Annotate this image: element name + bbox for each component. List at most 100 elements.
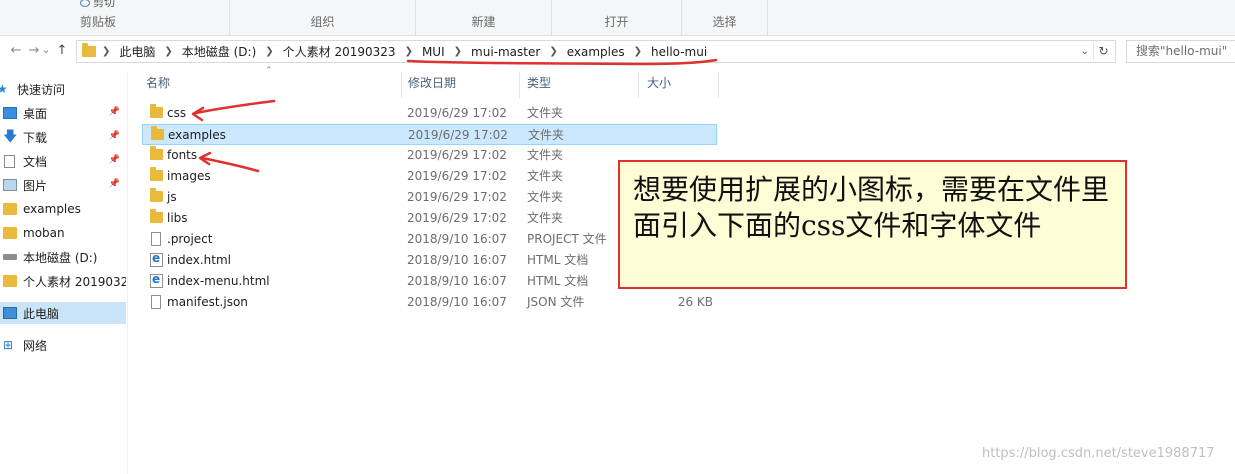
chevron-right-icon: ❯ bbox=[164, 46, 173, 57]
column-header-date[interactable]: 修改日期 bbox=[402, 72, 520, 98]
file-date: 2019/6/29 17:02 bbox=[407, 211, 507, 225]
column-header-type[interactable]: 类型 bbox=[521, 72, 639, 98]
ribbon-group-open: 打开 bbox=[552, 0, 682, 36]
folder-icon bbox=[151, 126, 164, 140]
download-icon: 🡇 bbox=[3, 129, 18, 145]
file-type: 文件夹 bbox=[528, 128, 565, 142]
computer-icon bbox=[3, 307, 17, 319]
chevron-right-icon: ❯ bbox=[453, 46, 463, 57]
file-name: fonts bbox=[167, 148, 198, 162]
chevron-right-icon: ❯ bbox=[404, 46, 413, 57]
file-icon bbox=[151, 295, 161, 309]
chevron-right-icon: ❯ bbox=[549, 46, 558, 57]
file-date: 2018/9/10 16:07 bbox=[407, 295, 507, 309]
pin-icon: 📌 bbox=[108, 155, 120, 165]
file-date: 2018/9/10 16:07 bbox=[407, 253, 507, 267]
sidebar-item-network[interactable]: ⊞ 网络 bbox=[0, 334, 126, 356]
sidebar-item-documents[interactable]: 文档 📌 bbox=[0, 150, 126, 172]
sidebar-item-desktop[interactable]: 桌面 📌 bbox=[0, 102, 126, 124]
breadcrumb-local-disk[interactable]: 本地磁盘 (D:) bbox=[182, 43, 256, 60]
folder-icon bbox=[150, 167, 163, 181]
file-size bbox=[642, 125, 714, 146]
file-type: 文件夹 bbox=[527, 211, 564, 225]
star-icon: ★ bbox=[0, 82, 8, 96]
file-name: libs bbox=[167, 211, 188, 225]
chevron-right-icon: ❯ bbox=[633, 46, 642, 57]
file-name: .project bbox=[167, 232, 213, 246]
sidebar-item-moban[interactable]: moban bbox=[0, 222, 126, 244]
ribbon-group-organize: 组织 bbox=[230, 0, 416, 36]
file-size bbox=[641, 103, 713, 124]
sidebar-item-downloads[interactable]: 🡇 下载 📌 bbox=[0, 126, 126, 148]
back-button[interactable]: ← bbox=[8, 43, 24, 59]
ribbon-group-clipboard: 剪贴板 bbox=[0, 0, 230, 36]
annotation-callout-text: 想要使用扩展的小图标，需要在文件里面引入下面的css文件和字体文件 bbox=[633, 173, 1110, 242]
annotation-callout: 想要使用扩展的小图标，需要在文件里面引入下面的css文件和字体文件 bbox=[618, 160, 1127, 289]
file-type: 文件夹 bbox=[527, 106, 564, 120]
file-size: 26 KB bbox=[677, 295, 713, 309]
recent-locations-button[interactable]: ⌄ bbox=[38, 42, 54, 58]
column-header-size[interactable]: 大小 bbox=[641, 72, 719, 98]
folder-icon bbox=[3, 227, 17, 239]
pin-icon: 📌 bbox=[108, 107, 120, 117]
file-name: index-menu.html bbox=[167, 274, 270, 288]
ribbon-group-new: 新建 bbox=[416, 0, 552, 36]
breadcrumb-personal[interactable]: 个人素材 20190323 bbox=[283, 43, 396, 60]
sidebar-item-quick-access[interactable]: ★ 快速访问 bbox=[0, 78, 126, 100]
ribbon-group-select: 选择 bbox=[682, 0, 768, 36]
chevron-right-icon: ❯ bbox=[265, 46, 274, 57]
folder-icon bbox=[82, 43, 96, 57]
file-name: css bbox=[167, 106, 187, 120]
file-row[interactable]: css 2019/6/29 17:02 文件夹 bbox=[142, 103, 717, 124]
desktop-icon bbox=[3, 107, 17, 119]
sidebar-item-personal[interactable]: 个人素材 2019032 bbox=[0, 270, 126, 292]
pin-icon: 📌 bbox=[108, 131, 120, 141]
file-name: examples bbox=[168, 128, 226, 142]
breadcrumb: ❯ 此电脑 ❯ 本地磁盘 (D:) ❯ 个人素材 20190323 ❯ MUI … bbox=[102, 43, 707, 60]
file-date: 2019/6/29 17:02 bbox=[407, 169, 507, 183]
file-date: 2019/6/29 17:02 bbox=[407, 190, 507, 204]
breadcrumb-examples[interactable]: examples bbox=[567, 45, 625, 59]
address-dropdown-icon[interactable]: ⌄ bbox=[1081, 43, 1089, 60]
file-row[interactable]: manifest.json 2018/9/10 16:07 JSON 文件 26 KB bbox=[142, 292, 717, 313]
file-type: JSON 文件 bbox=[527, 295, 585, 309]
ribbon: 剪切 剪贴板 组织 新建 打开 选择 bbox=[0, 0, 1235, 36]
folder-icon bbox=[150, 209, 163, 223]
sidebar-item-this-pc[interactable]: 此电脑 bbox=[0, 302, 126, 324]
sidebar-item-examples[interactable]: examples bbox=[0, 198, 126, 220]
sidebar-item-local-disk[interactable]: 本地磁盘 (D:) bbox=[0, 246, 126, 268]
watermark: https://blog.csdn.net/steve1988717 bbox=[982, 446, 1215, 461]
file-name: manifest.json bbox=[167, 295, 248, 309]
file-type: HTML 文档 bbox=[527, 253, 589, 267]
file-date: 2018/9/10 16:07 bbox=[407, 274, 507, 288]
up-button[interactable]: ↑ bbox=[54, 43, 70, 59]
file-date: 2018/9/10 16:07 bbox=[407, 232, 507, 246]
drive-icon bbox=[3, 254, 17, 260]
chevron-right-icon: ❯ bbox=[102, 46, 111, 57]
file-type: 文件夹 bbox=[527, 190, 564, 204]
file-icon bbox=[151, 232, 161, 246]
breadcrumb-this-pc[interactable]: 此电脑 bbox=[119, 43, 155, 60]
sidebar-item-pictures[interactable]: 图片 📌 bbox=[0, 174, 126, 196]
file-date: 2019/6/29 17:02 bbox=[407, 106, 507, 120]
folder-icon bbox=[150, 188, 163, 202]
file-date: 2019/6/29 17:02 bbox=[408, 128, 508, 142]
refresh-icon[interactable]: ↻ bbox=[1093, 43, 1113, 60]
file-name: images bbox=[167, 169, 211, 183]
html-file-icon bbox=[150, 251, 163, 267]
breadcrumb-hello-mui[interactable]: hello-mui bbox=[651, 45, 707, 59]
column-header-name[interactable]: 名称 bbox=[140, 72, 402, 98]
navigation-pane: ★ 快速访问 桌面 📌 🡇 下载 📌 文档 📌 图片 📌 examples moban 本地… bbox=[0, 72, 128, 474]
folder-icon bbox=[150, 146, 163, 160]
breadcrumb-mui[interactable]: MUI bbox=[422, 45, 445, 59]
pin-icon: 📌 bbox=[108, 179, 120, 189]
file-type: PROJECT 文件 bbox=[527, 232, 607, 246]
file-type: HTML 文档 bbox=[527, 274, 589, 288]
breadcrumb-mui-master[interactable]: mui-master bbox=[471, 45, 540, 59]
file-name: index.html bbox=[167, 253, 231, 267]
file-row[interactable]: examples 2019/6/29 17:02 文件夹 bbox=[142, 124, 717, 145]
folder-icon bbox=[3, 203, 17, 215]
document-icon bbox=[4, 154, 15, 168]
address-bar[interactable]: ❯ 此电脑 ❯ 本地磁盘 (D:) ❯ 个人素材 20190323 ❯ MUI … bbox=[76, 40, 1116, 63]
search-input[interactable]: 搜索"hello-mui" bbox=[1126, 40, 1235, 63]
